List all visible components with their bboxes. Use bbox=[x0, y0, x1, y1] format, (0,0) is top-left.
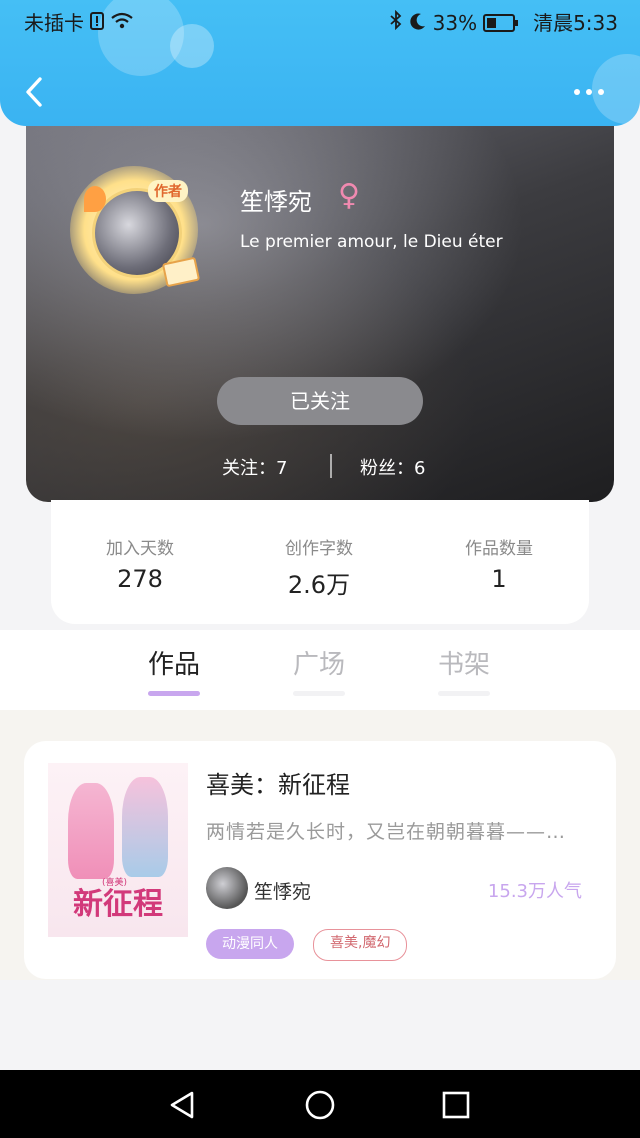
tab-label: 书架 bbox=[437, 650, 490, 680]
popularity-count: 15.3万人气 bbox=[487, 881, 582, 902]
stat-join-days: 加入天数 278 bbox=[70, 534, 210, 593]
tab-indicator bbox=[148, 691, 200, 696]
nav-recent-button[interactable] bbox=[439, 1088, 473, 1122]
more-button[interactable] bbox=[574, 82, 614, 102]
wifi-icon bbox=[110, 8, 134, 38]
female-icon: ♀ bbox=[338, 178, 360, 213]
back-arrow-icon bbox=[26, 77, 42, 107]
more-dot-icon bbox=[586, 89, 592, 95]
stat-works-count: 作品数量 1 bbox=[429, 534, 569, 593]
stat-value: 1 bbox=[491, 565, 507, 593]
tab-bar: 作品 广场 书架 bbox=[0, 630, 640, 710]
carrier-text: 未插卡 bbox=[24, 11, 84, 35]
tab-square[interactable]: 广场 bbox=[274, 644, 364, 696]
book-cover[interactable]: (喜美) 新征程 bbox=[48, 763, 188, 937]
user-bio: Le premier amour, le Dieu éter bbox=[240, 232, 503, 252]
work-title[interactable]: 喜美：新征程 bbox=[206, 765, 350, 800]
battery-icon bbox=[483, 14, 519, 32]
followed-button[interactable]: 已关注 bbox=[217, 377, 423, 425]
stat-label: 创作字数 bbox=[285, 539, 353, 559]
tag-topics[interactable]: 喜美,魔幻 bbox=[313, 929, 408, 961]
clock: 清晨5:33 bbox=[533, 11, 618, 35]
system-nav-bar bbox=[0, 1070, 640, 1138]
fans-count[interactable]: 粉丝：6 bbox=[360, 454, 425, 480]
work-card[interactable]: (喜美) 新征程 喜美：新征程 两情若是久长时，又岂在朝朝暮暮——… 笙悸宛 1… bbox=[24, 741, 616, 979]
author-badge: 作者 bbox=[148, 180, 188, 202]
work-description: 两情若是久长时，又岂在朝朝暮暮——… bbox=[206, 821, 567, 843]
decor-bubble bbox=[170, 24, 214, 68]
tab-indicator bbox=[438, 691, 490, 696]
cover-figure bbox=[122, 777, 168, 877]
tab-label: 广场 bbox=[292, 650, 345, 680]
cover-title: 新征程 bbox=[73, 887, 163, 922]
stats-card: 加入天数 278 创作字数 2.6万 作品数量 1 bbox=[51, 500, 589, 624]
sim-alert-icon bbox=[90, 8, 104, 38]
tab-label: 作品 bbox=[147, 650, 200, 680]
stat-label: 加入天数 bbox=[106, 539, 174, 559]
stat-label: 作品数量 bbox=[465, 539, 533, 559]
divider bbox=[330, 454, 332, 478]
tag-category[interactable]: 动漫同人 bbox=[206, 929, 294, 959]
moon-icon bbox=[409, 8, 427, 38]
status-bar-left: 未插卡 bbox=[24, 8, 134, 38]
more-dot-icon bbox=[598, 89, 604, 95]
follow-stats: 关注：7 粉丝：6 bbox=[26, 452, 614, 482]
bluetooth-icon bbox=[389, 8, 403, 38]
tab-works[interactable]: 作品 bbox=[129, 644, 219, 696]
battery-percent: 33% bbox=[432, 11, 478, 35]
nav-home-button[interactable] bbox=[303, 1088, 337, 1122]
nav-back-icon bbox=[170, 1091, 194, 1119]
profile-card: 作者 笙悸宛 ♀ Le premier amour, le Dieu éter … bbox=[26, 106, 614, 502]
user-name: 笙悸宛 bbox=[240, 188, 312, 216]
author-avatar[interactable] bbox=[206, 867, 248, 909]
stat-word-count: 创作字数 2.6万 bbox=[249, 534, 389, 600]
following-count[interactable]: 关注：7 bbox=[222, 454, 287, 480]
avatar-frame[interactable]: 作者 bbox=[70, 166, 201, 294]
avatar-decor-leaf bbox=[84, 186, 106, 212]
stat-value: 278 bbox=[117, 565, 163, 593]
header: 未插卡 33% 清晨5:33 bbox=[0, 0, 640, 126]
tab-bookshelf[interactable]: 书架 bbox=[419, 644, 509, 696]
nav-recent-icon bbox=[442, 1091, 470, 1119]
nav-back-button[interactable] bbox=[166, 1088, 200, 1122]
status-bar-right: 33% 清晨5:33 bbox=[389, 8, 618, 38]
stat-value: 2.6万 bbox=[287, 571, 351, 599]
work-author[interactable]: 笙悸宛 bbox=[254, 877, 311, 904]
more-dot-icon bbox=[574, 89, 580, 95]
nav-home-icon bbox=[305, 1090, 335, 1120]
tab-indicator bbox=[293, 691, 345, 696]
cover-figure bbox=[68, 783, 114, 879]
back-button[interactable] bbox=[20, 74, 50, 110]
